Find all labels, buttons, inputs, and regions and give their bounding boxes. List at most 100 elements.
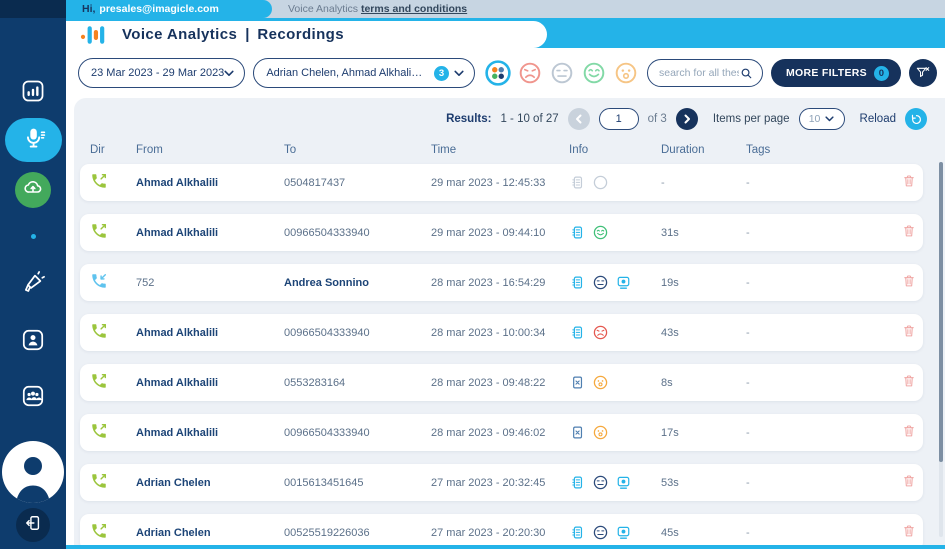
delete-recording-button[interactable] (901, 473, 917, 489)
clear-filters-button[interactable] (909, 59, 937, 87)
row-duration: 8s (661, 377, 746, 389)
date-range-value: 23 Mar 2023 - 29 Mar 2023 (91, 67, 224, 79)
transcript-icon[interactable] (569, 324, 586, 341)
sentiment-happy-icon[interactable] (581, 60, 607, 86)
transcript-failed-icon[interactable] (569, 424, 586, 441)
top-bar: Hi, presales@imagicle.com Voice Analytic… (66, 0, 945, 18)
delete-recording-button[interactable] (901, 173, 917, 189)
next-page-button[interactable] (676, 108, 698, 130)
delete-recording-button[interactable] (901, 423, 917, 439)
sidebar-item-analytics[interactable] (0, 78, 66, 109)
voice-analytics-logo-icon (79, 24, 109, 46)
phone-outgoing-icon (90, 322, 108, 340)
sidebar-item-recordings[interactable] (5, 118, 62, 162)
column-header-time: Time (431, 144, 569, 156)
row-from: 752 (136, 277, 284, 289)
sentiment-sad-icon[interactable] (517, 60, 543, 86)
transcript-inactive-icon[interactable] (569, 174, 586, 191)
delete-recording-button[interactable] (901, 523, 917, 539)
chevron-left-icon (574, 114, 584, 124)
table-row[interactable]: Adrian Chelen 00525519226036 27 mar 2023… (80, 514, 923, 545)
row-from: Ahmad Alkhalili (136, 177, 284, 189)
row-time: 28 mar 2023 - 16:54:29 (431, 277, 569, 289)
header-band: Voice Analytics | Recordings (66, 18, 945, 48)
row-tags: - (746, 327, 883, 339)
sentiment-surprised-icon (592, 374, 609, 391)
chevron-down-icon (825, 116, 834, 122)
scrollbar-track[interactable] (939, 162, 943, 537)
sentiment-surprised-icon[interactable] (613, 60, 639, 86)
date-range-dropdown[interactable]: 23 Mar 2023 - 29 Mar 2023 (78, 58, 245, 88)
delete-recording-button[interactable] (901, 323, 917, 339)
results-label: Results: (446, 113, 491, 125)
search-input[interactable] (659, 67, 739, 79)
sidebar-item-upload[interactable] (15, 172, 51, 208)
row-tags: - (746, 527, 883, 539)
logout-button[interactable] (16, 508, 50, 542)
row-from: Ahmad Alkhalili (136, 427, 284, 439)
table-row[interactable]: Ahmad Alkhalili 00966504333940 28 mar 20… (80, 414, 923, 451)
transcript-icon[interactable] (569, 524, 586, 541)
bar-chart-icon (20, 78, 46, 109)
sentiment-neutral-icon[interactable] (549, 60, 575, 86)
screen-recording-icon[interactable] (615, 474, 632, 491)
table-row[interactable]: Adrian Chelen 0015613451645 27 mar 2023 … (80, 464, 923, 501)
delete-recording-button[interactable] (901, 273, 917, 289)
items-per-page-dropdown[interactable]: 10 (799, 108, 845, 130)
transcript-icon[interactable] (569, 224, 586, 241)
results-range: 1 - 10 of 27 (500, 113, 558, 125)
column-header-info: Info (569, 144, 661, 156)
transcript-icon[interactable] (569, 274, 586, 291)
row-to: 0553283164 (284, 377, 431, 389)
screen-recording-icon[interactable] (615, 524, 632, 541)
logged-in-user[interactable]: Hi, presales@imagicle.com (66, 0, 272, 18)
table-row[interactable]: Ahmad Alkhalili 00966504333940 28 mar 20… (80, 314, 923, 351)
row-to: 00966504333940 (284, 427, 431, 439)
users-dropdown[interactable]: Adrian Chelen, Ahmad Alkhalili, Andr... … (253, 58, 475, 88)
table-row[interactable]: Ahmad Alkhalili 0504817437 29 mar 2023 -… (80, 164, 923, 201)
column-header-to: To (284, 144, 431, 156)
phone-outgoing-icon (90, 222, 108, 240)
scrollbar-thumb[interactable] (939, 162, 943, 462)
content-area: Hi, presales@imagicle.com Voice Analytic… (66, 0, 945, 549)
sidebar-item-groups[interactable] (0, 383, 66, 414)
delete-recording-button[interactable] (901, 223, 917, 239)
table-header: DirFromToTimeInfoDurationTags (80, 139, 923, 161)
row-to: 00966504333940 (284, 327, 431, 339)
row-duration: 17s (661, 427, 746, 439)
page-title: Recordings (257, 26, 344, 43)
title-bar: Voice Analytics | Recordings (66, 21, 547, 48)
row-duration: 53s (661, 477, 746, 489)
users-selected-value: Adrian Chelen, Ahmad Alkhalili, Andr... (266, 67, 424, 79)
sidebar-item-notifications[interactable] (0, 270, 66, 301)
more-filters-button[interactable]: MORE FILTERS 0 (771, 59, 901, 87)
sentiment-happy-icon (592, 224, 609, 241)
page-number-input[interactable] (599, 108, 639, 130)
table-row[interactable]: 752 Andrea Sonnino 28 mar 2023 - 16:54:2… (80, 264, 923, 301)
transcript-failed-icon[interactable] (569, 374, 586, 391)
row-tags: - (746, 227, 883, 239)
previous-page-button[interactable] (568, 108, 590, 130)
transcript-icon[interactable] (569, 474, 586, 491)
table-row[interactable]: Ahmad Alkhalili 0553283164 28 mar 2023 -… (80, 364, 923, 401)
reload-button[interactable] (905, 108, 927, 130)
phone-outgoing-icon (90, 372, 108, 390)
user-group-icon (20, 383, 46, 414)
table-row[interactable]: Ahmad Alkhalili 00966504333940 29 mar 20… (80, 214, 923, 251)
row-time: 29 mar 2023 - 12:45:33 (431, 177, 569, 189)
row-info-icons (569, 374, 661, 391)
terms-and-conditions-link[interactable]: terms and conditions (361, 3, 467, 15)
screen-recording-icon[interactable] (615, 274, 632, 291)
row-to: 00966504333940 (284, 227, 431, 239)
sidebar-item-contacts[interactable] (0, 327, 66, 358)
sentiment-all-icon[interactable] (485, 60, 511, 86)
sentiment-surprised-icon (592, 424, 609, 441)
user-avatar[interactable] (2, 441, 64, 503)
delete-recording-button[interactable] (901, 373, 917, 389)
row-to: 0504817437 (284, 177, 431, 189)
search-icon[interactable] (739, 66, 754, 81)
items-per-page-label: Items per page (713, 113, 790, 125)
row-to: Andrea Sonnino (284, 277, 431, 289)
row-to: 0015613451645 (284, 477, 431, 489)
sentiment-neutral-icon (592, 274, 609, 291)
